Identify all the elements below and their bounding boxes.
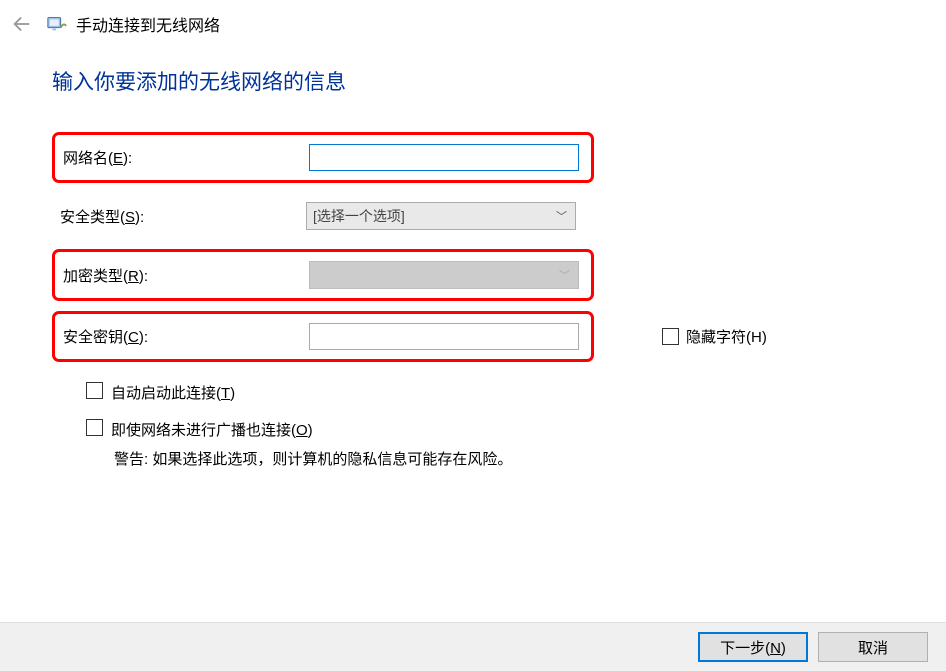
hide-chars-label: 隐藏字符(H) bbox=[686, 326, 767, 347]
auto-start-checkbox[interactable] bbox=[86, 382, 103, 399]
cancel-button[interactable]: 取消 bbox=[818, 632, 928, 662]
footer: 下一步(N) 取消 bbox=[0, 622, 946, 671]
connect-hidden-label: 即使网络未进行广播也连接(O) bbox=[111, 419, 313, 440]
security-type-select[interactable]: [选择一个选项] ﹀ bbox=[306, 202, 576, 230]
auto-start-label: 自动启动此连接(T) bbox=[111, 382, 235, 403]
title-wrap: 手动连接到无线网络 bbox=[46, 12, 220, 36]
content: 输入你要添加的无线网络的信息 网络名(E): 安全类型(S): [选择一个选项] bbox=[0, 48, 946, 469]
connect-hidden-checkbox[interactable] bbox=[86, 419, 103, 436]
auto-start-option[interactable]: 自动启动此连接(T) bbox=[86, 382, 894, 403]
security-key-input[interactable] bbox=[309, 323, 579, 350]
chevron-down-icon: ﹀ bbox=[559, 267, 570, 283]
encryption-type-select: ﹀ bbox=[309, 261, 579, 289]
back-button[interactable] bbox=[8, 10, 36, 38]
highlight-security-key: 安全密钥(C): bbox=[52, 311, 594, 362]
hide-chars-checkbox[interactable] bbox=[662, 328, 679, 345]
highlight-network-name: 网络名(E): bbox=[52, 132, 594, 183]
security-type-label: 安全类型(S): bbox=[58, 206, 306, 227]
encryption-type-label: 加密类型(R): bbox=[61, 265, 309, 286]
security-type-value: [选择一个选项] bbox=[313, 206, 405, 226]
options-block: 自动启动此连接(T) 即使网络未进行广播也连接(O) 警告: 如果选择此选项，则… bbox=[52, 382, 894, 469]
wizard-header: 手动连接到无线网络 bbox=[0, 0, 946, 48]
network-wizard-icon bbox=[46, 13, 68, 35]
form-area: 网络名(E): 安全类型(S): [选择一个选项] ﹀ bbox=[52, 132, 894, 469]
chevron-down-icon: ﹀ bbox=[556, 208, 567, 224]
page-heading: 输入你要添加的无线网络的信息 bbox=[52, 66, 894, 96]
connect-hidden-option[interactable]: 即使网络未进行广播也连接(O) bbox=[86, 419, 894, 440]
network-name-label: 网络名(E): bbox=[61, 147, 309, 168]
network-name-input[interactable] bbox=[309, 144, 579, 171]
highlight-encryption-type: 加密类型(R): ﹀ bbox=[52, 249, 594, 301]
security-key-label: 安全密钥(C): bbox=[61, 326, 309, 347]
hidden-network-warning: 警告: 如果选择此选项，则计算机的隐私信息可能存在风险。 bbox=[114, 448, 894, 469]
window-title: 手动连接到无线网络 bbox=[76, 12, 220, 36]
hide-chars-option[interactable]: 隐藏字符(H) bbox=[662, 326, 767, 347]
next-button[interactable]: 下一步(N) bbox=[698, 632, 808, 662]
